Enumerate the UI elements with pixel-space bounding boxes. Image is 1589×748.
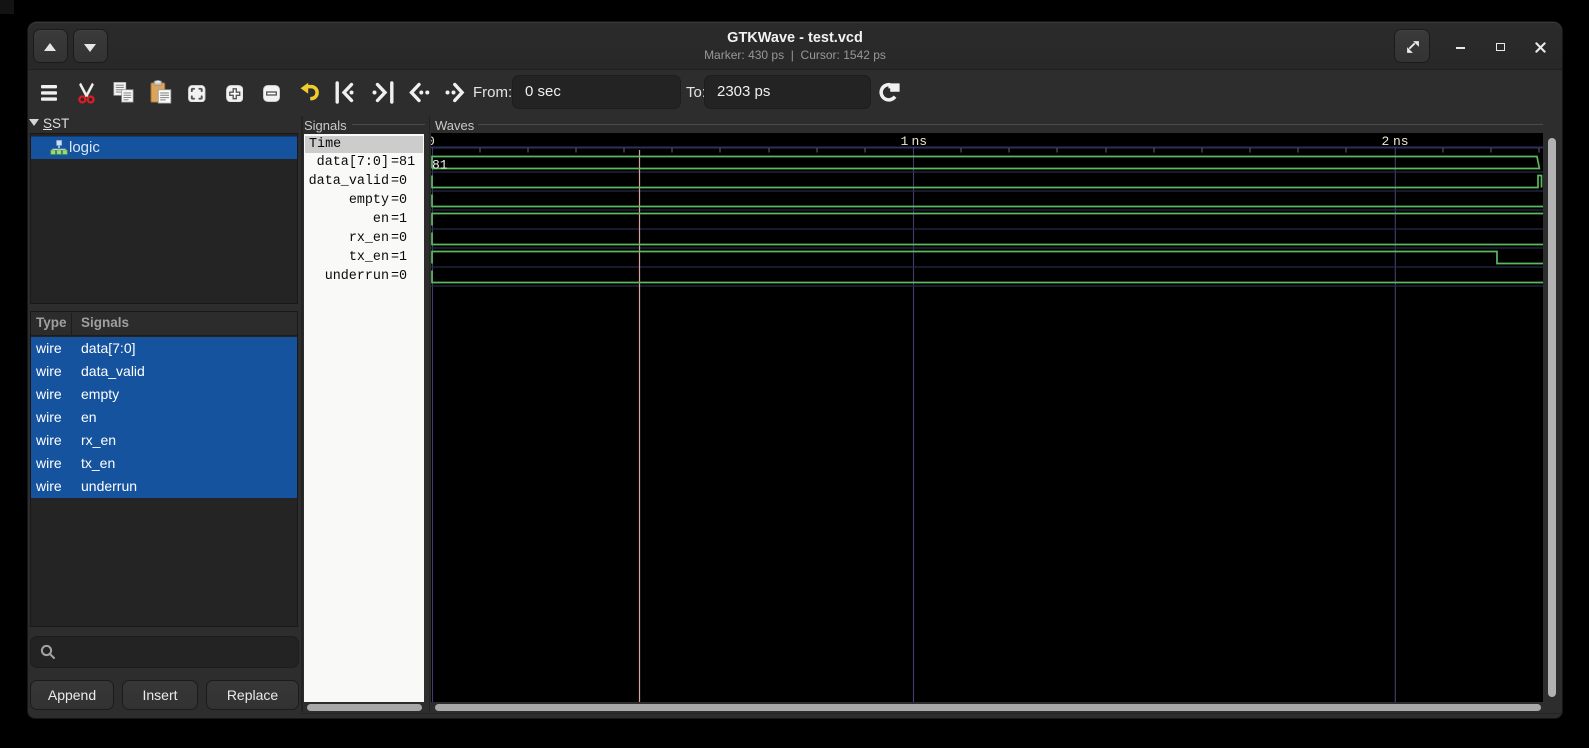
svg-text:81: 81: [432, 157, 448, 172]
